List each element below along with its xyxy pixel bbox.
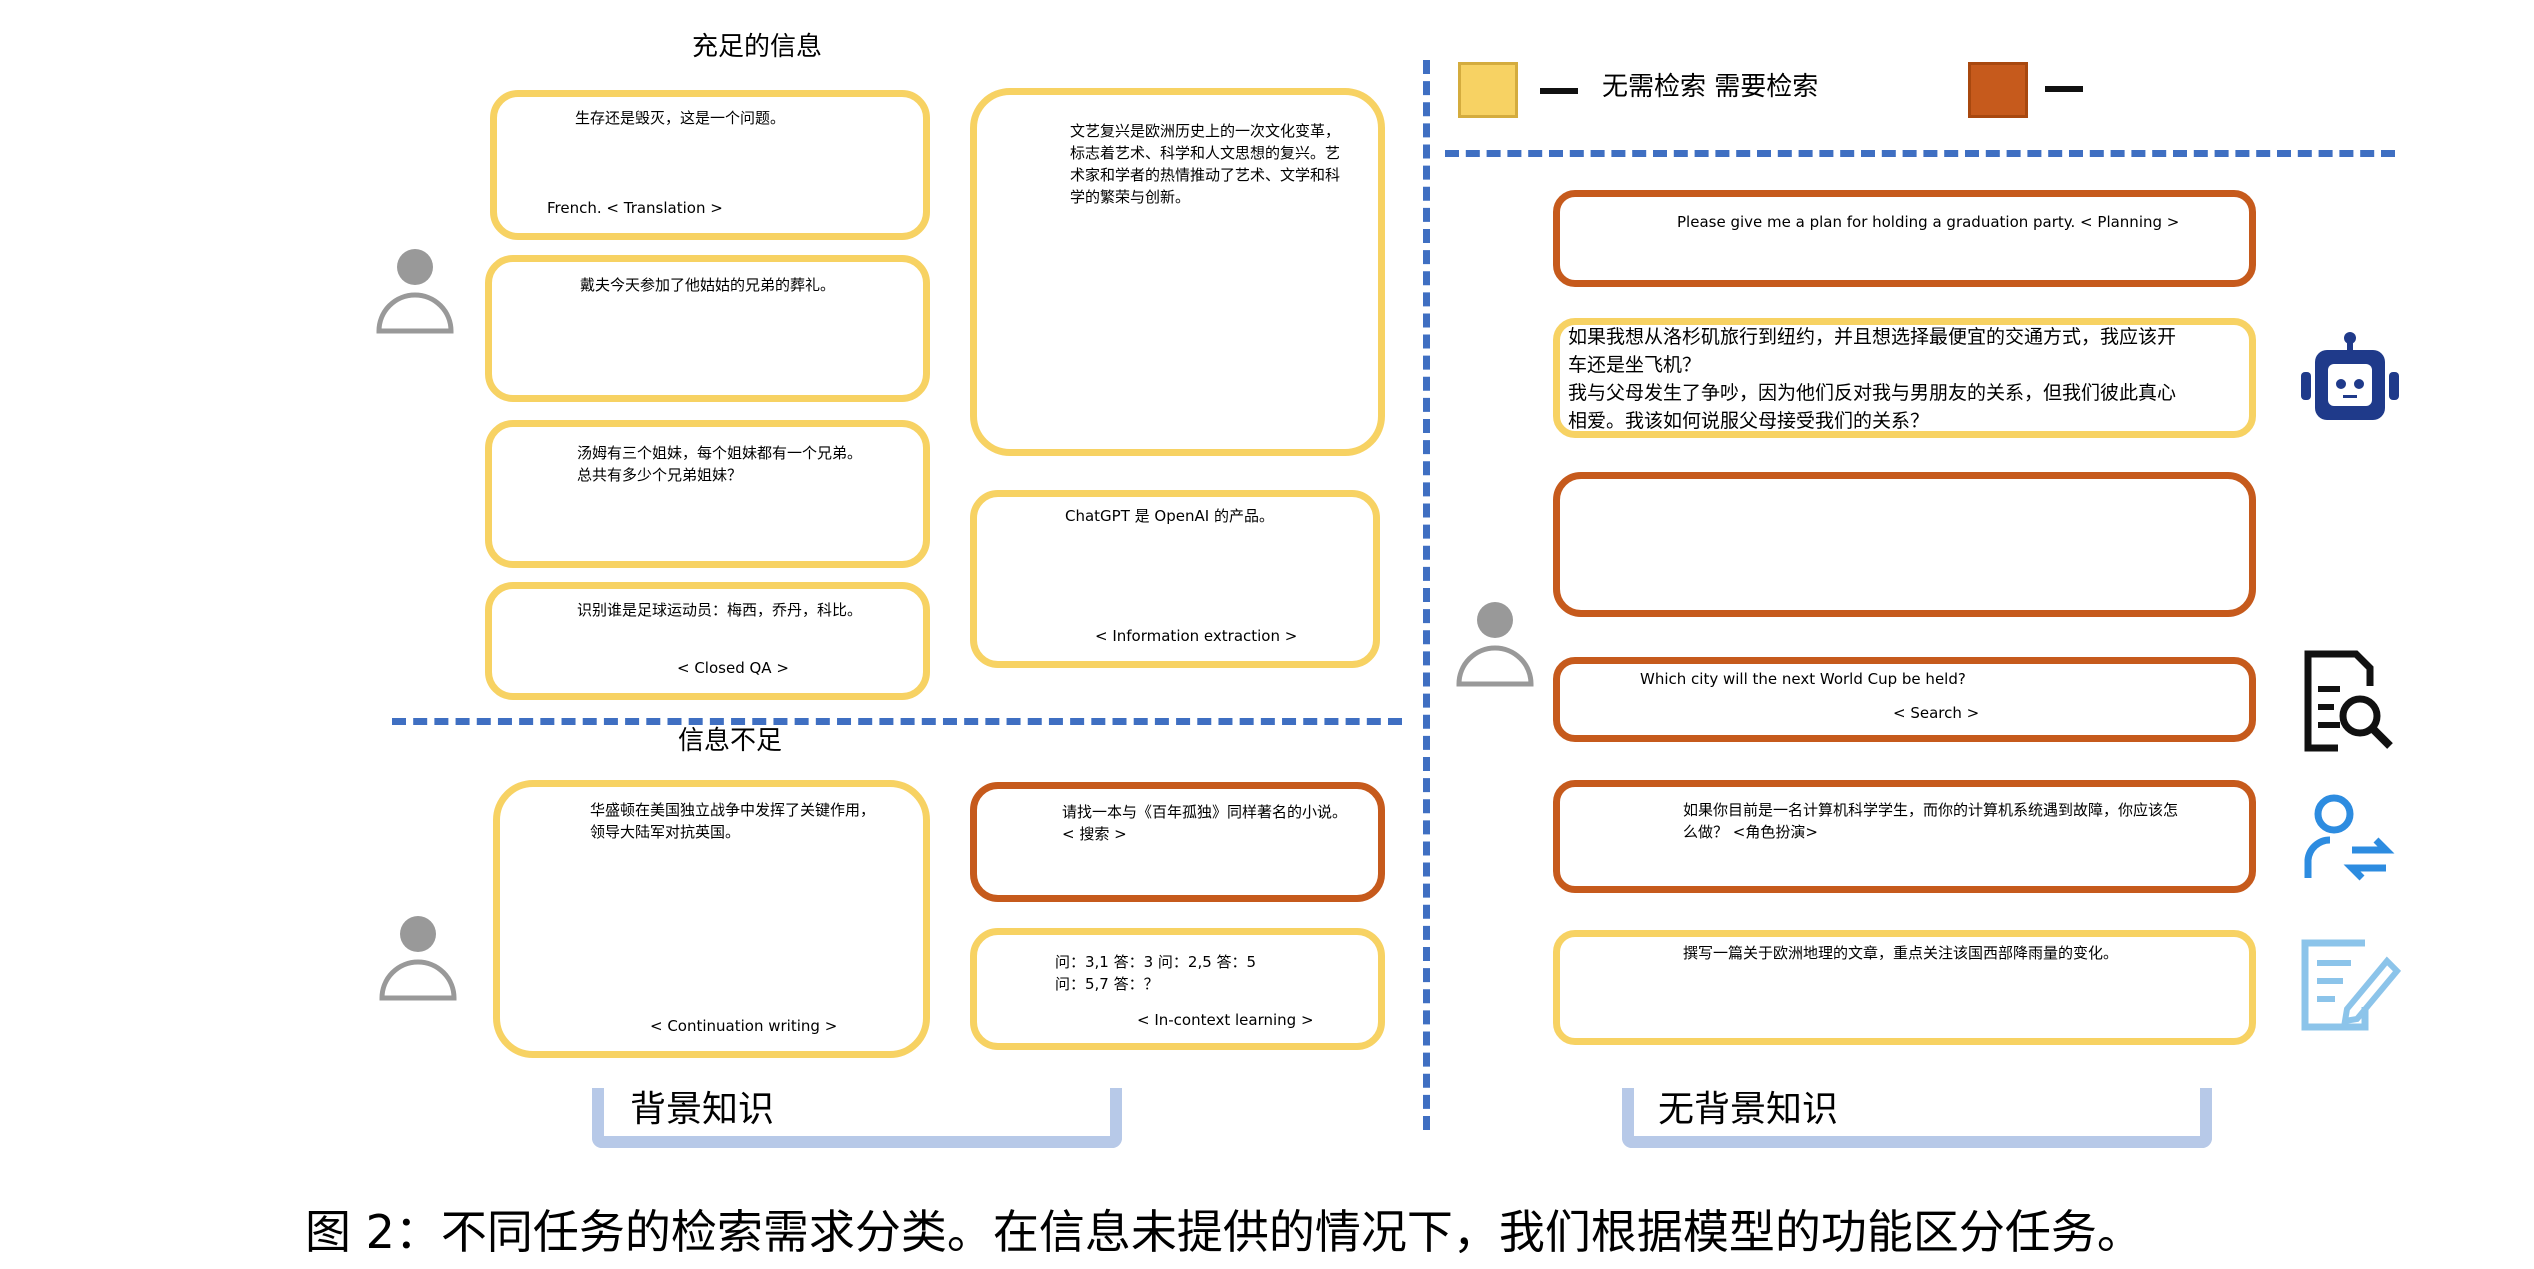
person-icon <box>1456 602 1534 687</box>
legend-dash <box>1540 88 1578 94</box>
card-translation: 生存还是毁灭，这是一个问题。 French. < Translation > <box>490 90 930 240</box>
card-europe-essay: 撰写一篇关于欧洲地理的文章，重点关注该国西部降雨量的变化。 <box>1553 930 2256 1045</box>
card-tag: < Information extraction > <box>1095 627 1298 645</box>
card-continuation: 华盛顿在美国独立战争中发挥了关键作用， 领导大陆军对抗英国。 < Continu… <box>493 780 930 1058</box>
card-tag: < Closed QA > <box>677 659 789 677</box>
card-text: 撰写一篇关于欧洲地理的文章，重点关注该国西部降雨量的变化。 <box>1683 944 2119 962</box>
person-icon <box>376 249 454 334</box>
card-text: Please give me a plan for holding a grad… <box>1677 213 2180 231</box>
card-text: ChatGPT 是 OpenAI 的产品。 <box>1065 507 1274 525</box>
background-knowledge-label: 背景知识 <box>630 1089 775 1130</box>
sufficient-info-heading: 充足的信息 <box>692 32 823 62</box>
right-horizontal-divider <box>1445 150 2395 157</box>
legend-label: 无需检索 需要检索 <box>1602 72 1819 102</box>
card-text: 请找一本与《百年孤独》同样著名的小说。 < 搜索 > <box>1062 803 1348 843</box>
card-text: 生存还是毁灭，这是一个问题。 <box>575 109 786 127</box>
legend-no-retrieval-swatch <box>1458 62 1518 118</box>
person-swap-icon <box>2304 794 2395 881</box>
card-tag: French. < Translation > <box>547 199 723 217</box>
left-horizontal-divider <box>392 718 1402 725</box>
card-text: 汤姆有三个姐妹，每个姐妹都有一个兄弟。 总共有多少个兄弟姐妹？ <box>577 444 863 484</box>
card-world-cup: Which city will the next World Cup be he… <box>1553 657 2256 742</box>
card-renaissance: 文艺复兴是欧洲历史上的一次文化变革， 标志着艺术、科学和人文思想的复兴。艺 术家… <box>970 88 1385 456</box>
person-icon <box>379 916 457 1001</box>
card-tom: 汤姆有三个姐妹，每个姐妹都有一个兄弟。 总共有多少个兄弟姐妹？ <box>485 420 930 568</box>
search-document-icon <box>2304 650 2393 752</box>
robot-icon <box>2301 332 2399 420</box>
card-tag: < In-context learning > <box>1137 1011 1314 1029</box>
card-search-novel: 请找一本与《百年孤独》同样著名的小说。 < 搜索 > <box>970 782 1385 902</box>
card-role-play: 如果你目前是一名计算机科学学生，而你的计算机系统遇到故障，你应该怎 么做？ <角… <box>1553 780 2256 893</box>
card-text: 文艺复兴是欧洲历史上的一次文化变革， 标志着艺术、科学和人文思想的复兴。艺 术家… <box>1070 122 1341 206</box>
no-background-knowledge-label: 无背景知识 <box>1658 1089 1839 1130</box>
card-text: Which city will the next World Cup be he… <box>1640 670 1966 688</box>
card-tag: < Search > <box>1893 704 1980 722</box>
vertical-divider <box>1423 60 1430 1130</box>
insufficient-info-heading: 信息不足 <box>678 726 783 756</box>
card-text: 如果我想从洛杉矶旅行到纽约，并且想选择最便宜的交通方式，我应该开 车还是坐飞机？… <box>1568 326 2177 432</box>
card-text: 识别谁是足球运动员：梅西，乔丹，科比。 <box>577 601 863 619</box>
card-text: 问：3,1 答：3 问：2,5 答：5 问：5,7 答：？ <box>1055 953 1257 993</box>
figure-caption: 图 2：不同任务的检索需求分类。在信息未提供的情况下，我们根据模型的功能区分任务… <box>305 1205 2143 1259</box>
card-info-extraction: ChatGPT 是 OpenAI 的产品。 < Information extr… <box>970 490 1380 668</box>
card-text: 戴夫今天参加了他姑姑的兄弟的葬礼。 <box>580 276 836 294</box>
card-text: 华盛顿在美国独立战争中发挥了关键作用， 领导大陆军对抗英国。 <box>590 801 876 841</box>
card-tag: < Continuation writing > <box>650 1017 838 1035</box>
card-closed-qa: 识别谁是足球运动员：梅西，乔丹，科比。 < Closed QA > <box>485 582 930 700</box>
legend-dash <box>2045 86 2083 92</box>
card-travel-parents: 如果我想从洛杉矶旅行到纽约，并且想选择最便宜的交通方式，我应该开 车还是坐飞机？… <box>1553 318 2256 438</box>
legend-retrieval-swatch <box>1968 62 2028 118</box>
card-planning: Please give me a plan for holding a grad… <box>1553 190 2256 287</box>
card-text: 如果你目前是一名计算机科学学生，而你的计算机系统遇到故障，你应该怎 么做？ <角… <box>1683 801 2179 841</box>
edit-document-icon <box>2301 939 2402 1031</box>
card-empty <box>1553 472 2256 617</box>
card-dave: 戴夫今天参加了他姑姑的兄弟的葬礼。 <box>485 255 930 402</box>
card-in-context: 问：3,1 答：3 问：2,5 答：5 问：5,7 答：？ < In-conte… <box>970 928 1385 1050</box>
